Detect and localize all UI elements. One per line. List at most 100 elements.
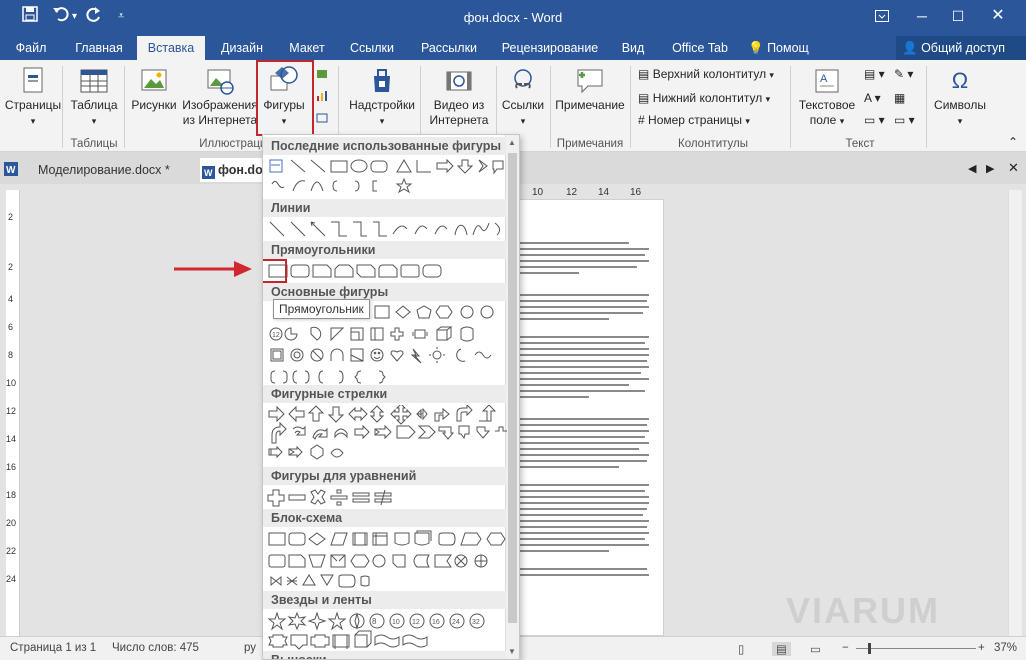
chevron-down-icon: ▾ xyxy=(30,116,36,126)
tab-scroll-left-icon[interactable]: ◀ xyxy=(968,162,976,175)
chevron-down-icon: ▾ xyxy=(745,116,750,126)
svg-text:32: 32 xyxy=(472,619,480,626)
footer-button[interactable]: ▤ Нижний колонтитул ▾ xyxy=(638,88,788,108)
read-mode-icon[interactable]: ▯ xyxy=(738,642,744,656)
header-button[interactable]: ▤ Верхний колонтитул ▾ xyxy=(638,64,788,84)
page-count[interactable]: Страница 1 из 1 xyxy=(10,642,96,654)
tab-home[interactable]: Главная xyxy=(68,36,130,60)
ruler-number: 12 xyxy=(566,187,578,198)
screenshot-icon[interactable] xyxy=(316,110,330,130)
gallery-scrollbar[interactable]: ▲ ▼ xyxy=(505,135,519,659)
print-layout-icon[interactable]: ▤ xyxy=(772,642,791,656)
tab-office-tab[interactable]: Office Tab xyxy=(662,36,738,60)
tab-review[interactable]: Рецензирование xyxy=(494,36,606,60)
svg-text:16: 16 xyxy=(432,619,440,626)
textbox-button[interactable]: A Текстовое поле ▾ xyxy=(794,66,860,129)
language-indicator[interactable]: ру xyxy=(244,642,256,654)
ribbon-display-options-icon[interactable] xyxy=(864,4,900,28)
section-recent-shapes: Последние использованные фигуры xyxy=(263,137,506,155)
ruler-number: 24 xyxy=(6,574,17,584)
minimize-icon[interactable]: ─ xyxy=(904,4,940,28)
chevron-down-icon: ▾ xyxy=(520,116,526,126)
table-icon xyxy=(80,69,108,93)
doc-tab-modeling[interactable]: Моделирование.docx * xyxy=(20,158,196,182)
pages-button[interactable]: Страницы ▾ xyxy=(2,66,64,129)
symbols-button[interactable]: Ω Символы ▾ xyxy=(930,66,990,129)
lines-row[interactable] xyxy=(267,219,507,241)
group-label-comments: Примечания xyxy=(556,138,624,150)
collapse-ribbon-icon[interactable]: ⌃ xyxy=(1008,132,1022,152)
ruler-number: 16 xyxy=(6,462,17,472)
zoom-level[interactable]: 37% xyxy=(994,642,1017,654)
tell-me-label: Помощ xyxy=(767,41,809,55)
word-count[interactable]: Число слов: 475 xyxy=(112,642,199,654)
tab-design[interactable]: Дизайн xyxy=(214,36,270,60)
tab-layout[interactable]: Макет xyxy=(280,36,334,60)
flowchart-grid[interactable] xyxy=(267,529,507,593)
tab-references[interactable]: Ссылки xyxy=(342,36,402,60)
zoom-slider[interactable] xyxy=(856,648,976,649)
chart-icon[interactable] xyxy=(316,88,330,108)
chevron-down-icon: ▾ xyxy=(839,116,845,126)
title-bar: ▾ ⩡ фон.docx - Word ─ ☐ ✕ xyxy=(0,0,1026,36)
tab-close-icon[interactable]: ✕ xyxy=(1008,160,1019,176)
web-layout-icon[interactable]: ▭ xyxy=(810,642,821,656)
tab-scroll-right-icon[interactable]: ▶ xyxy=(986,162,994,175)
scroll-down-icon[interactable]: ▼ xyxy=(508,647,516,656)
signature-line-icon[interactable]: ✎ ▾ xyxy=(894,64,924,84)
tab-view[interactable]: Вид xyxy=(614,36,652,60)
textbox-label-2: поле xyxy=(809,113,837,127)
recent-shapes-row[interactable] xyxy=(267,157,507,199)
smartart-icon[interactable] xyxy=(316,66,330,86)
document-page[interactable] xyxy=(508,199,664,636)
close-icon[interactable]: ✕ xyxy=(980,4,1016,28)
ruler-number: 22 xyxy=(6,546,17,556)
zoom-slider-thumb[interactable] xyxy=(868,643,871,654)
online-pictures-button[interactable]: Изображения из Интернета xyxy=(180,66,260,128)
ruler-number: 12 xyxy=(6,406,17,416)
block-arrows-grid[interactable] xyxy=(267,405,507,469)
addins-label: Надстройки xyxy=(349,98,415,112)
document-scrollbar[interactable] xyxy=(1008,190,1022,636)
video-icon xyxy=(446,71,472,91)
addins-button[interactable]: Надстройки ▾ xyxy=(344,66,420,129)
tab-insert[interactable]: Вставка xyxy=(137,36,205,60)
section-lines: Линии xyxy=(263,199,506,217)
online-video-label-2: Интернета xyxy=(429,113,489,127)
object-icon[interactable]: ▭ ▾ xyxy=(894,110,924,130)
gallery-scroll-thumb[interactable] xyxy=(508,153,517,623)
zoom-in-icon[interactable]: + xyxy=(978,642,985,654)
footer-icon: ▤ xyxy=(638,91,650,105)
ruler-number: 8 xyxy=(8,350,14,360)
watermark: VIARUM xyxy=(786,590,940,631)
table-button[interactable]: Таблица ▾ xyxy=(66,66,122,129)
date-time-icon[interactable]: ▦ xyxy=(894,88,924,108)
share-label: Общий доступ xyxy=(921,41,1006,55)
links-button[interactable]: Ссылки ▾ xyxy=(498,66,548,129)
group-separator xyxy=(926,66,927,148)
svg-text:12: 12 xyxy=(412,619,420,626)
online-video-button[interactable]: Видео из Интернета xyxy=(424,66,494,128)
doc-tab-fon[interactable]: W фон.docx xyxy=(200,158,277,182)
online-picture-icon xyxy=(207,69,234,95)
group-separator xyxy=(630,66,631,148)
shapes-gallery[interactable]: ▲ ▼ Последние использованные фигуры Лини… xyxy=(262,134,520,660)
stars-banners-grid[interactable]: 8 10 12 16 24 32 xyxy=(267,611,507,651)
tab-mailings[interactable]: Рассылки xyxy=(414,36,484,60)
comment-button[interactable]: Примечание xyxy=(552,66,628,113)
page-number-button[interactable]: # Номер страницы ▾ xyxy=(638,110,788,130)
comment-icon xyxy=(577,69,603,94)
rectangle-highlight-frame xyxy=(263,259,287,283)
link-icon xyxy=(514,69,532,89)
equation-shapes-row[interactable] xyxy=(267,487,507,509)
rectangles-row[interactable] xyxy=(267,261,507,283)
chevron-down-icon: ▾ xyxy=(379,116,385,126)
zoom-out-icon[interactable]: − xyxy=(842,642,849,654)
maximize-icon[interactable]: ☐ xyxy=(940,4,976,28)
share-button[interactable]: 👤 Общий доступ xyxy=(896,36,1026,60)
tell-me-box[interactable]: 💡 Помощ xyxy=(748,36,836,60)
tab-file[interactable]: Файл xyxy=(8,36,54,60)
scroll-up-icon[interactable]: ▲ xyxy=(508,138,516,147)
rectangle-tooltip: Прямоугольник xyxy=(273,299,370,319)
pictures-button[interactable]: Рисунки xyxy=(128,66,180,113)
